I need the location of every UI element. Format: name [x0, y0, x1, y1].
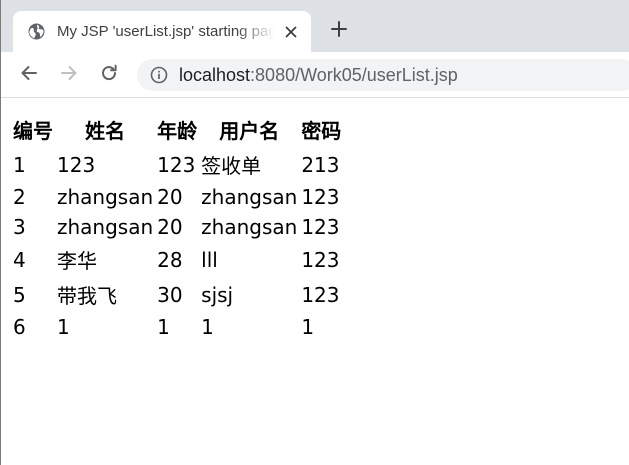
- header-age: 年龄: [157, 119, 198, 143]
- table-row: 4 李华 28 lll 123: [13, 243, 341, 276]
- table-row: 6 1 1 1 1: [13, 313, 341, 341]
- cell-password: 1: [301, 315, 315, 339]
- header-name: 姓名: [85, 119, 126, 143]
- cell-password: 123: [301, 215, 340, 239]
- table-row: 3 zhangsan 20 zhangsan 123: [13, 213, 341, 241]
- cell-password: 123: [301, 247, 340, 272]
- table-row: 2 zhangsan 20 zhangsan 123: [13, 183, 341, 211]
- browser-tab[interactable]: My JSP 'userList.jsp' starting page: [13, 11, 311, 52]
- arrow-right-icon: [59, 63, 79, 88]
- arrow-left-icon: [19, 63, 39, 88]
- url-host: localhost: [179, 65, 251, 85]
- address-bar[interactable]: localhost:8080/Work05/userList.jsp: [137, 59, 629, 91]
- tab-title: My JSP 'userList.jsp' starting page: [57, 23, 275, 40]
- cell-id: 2: [13, 185, 26, 209]
- url-text[interactable]: localhost:8080/Work05/userList.jsp: [179, 65, 458, 85]
- cell-name: 带我飞: [57, 284, 117, 308]
- tab-strip: My JSP 'userList.jsp' starting page: [1, 0, 629, 52]
- cell-name: 1: [57, 315, 70, 339]
- cell-username: sjsj: [201, 282, 234, 307]
- cell-username: 签收单: [201, 154, 262, 178]
- cell-password: 213: [301, 152, 340, 177]
- cell-age: 123: [157, 152, 196, 177]
- cell-id: 1: [13, 152, 26, 177]
- browser-toolbar: localhost:8080/Work05/userList.jsp: [1, 52, 629, 98]
- cell-id: 6: [13, 315, 26, 339]
- cell-name: 123: [57, 152, 96, 177]
- cell-username: lll: [201, 247, 218, 272]
- table-header-row: 编号 姓名 年龄 用户名 密码: [13, 113, 341, 146]
- cell-age: 30: [157, 282, 183, 307]
- forward-button[interactable]: [57, 63, 81, 87]
- close-icon[interactable]: [281, 22, 301, 42]
- header-id: 编号: [13, 119, 53, 143]
- header-username: 用户名: [219, 119, 280, 143]
- cell-age: 20: [157, 185, 183, 209]
- cell-username: zhangsan: [201, 185, 298, 209]
- header-password: 密码: [301, 119, 342, 143]
- reload-icon: [99, 63, 119, 88]
- cell-age: 20: [157, 215, 183, 239]
- cell-age: 1: [157, 315, 170, 339]
- info-icon[interactable]: [150, 66, 168, 84]
- url-path: :8080/Work05/userList.jsp: [250, 65, 458, 85]
- table-row: 5 带我飞 30 sjsj 123: [13, 278, 341, 311]
- cell-password: 123: [301, 185, 340, 209]
- reload-button[interactable]: [97, 63, 121, 87]
- cell-id: 5: [13, 282, 26, 307]
- page-content: 编号 姓名 年龄 用户名 密码 1 123 123 签收单 213 2 zhan: [9, 111, 345, 343]
- cell-name: 李华: [57, 249, 97, 273]
- cell-name: zhangsan: [57, 215, 154, 239]
- cell-username: zhangsan: [201, 215, 298, 239]
- back-button[interactable]: [17, 63, 41, 87]
- cell-age: 28: [157, 247, 183, 272]
- table-row: 1 123 123 签收单 213: [13, 148, 341, 181]
- globe-icon: [28, 23, 45, 40]
- browser-window: My JSP 'userList.jsp' starting page loca…: [0, 0, 629, 465]
- cell-username: 1: [201, 315, 214, 339]
- cell-password: 123: [301, 282, 340, 307]
- user-table: 编号 姓名 年龄 用户名 密码 1 123 123 签收单 213 2 zhan: [9, 111, 345, 343]
- cell-id: 4: [13, 247, 26, 272]
- cell-id: 3: [13, 215, 26, 239]
- cell-name: zhangsan: [57, 185, 154, 209]
- new-tab-button[interactable]: [327, 19, 351, 43]
- plus-icon: [331, 20, 347, 42]
